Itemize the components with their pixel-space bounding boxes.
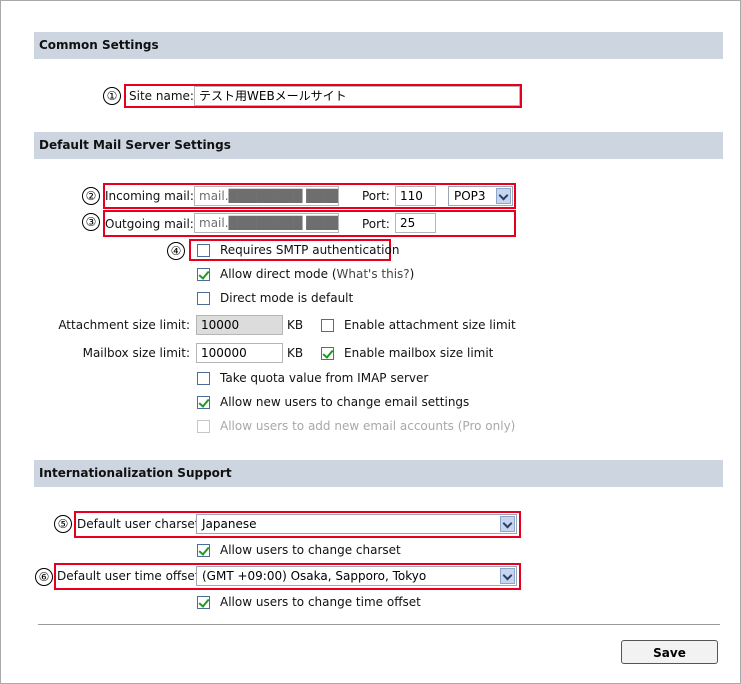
section-header-common: Common Settings [34,32,723,59]
marker-4: ④ [167,242,185,260]
charset-select-value: Japanese [202,517,257,531]
protocol-select[interactable]: POP3 [448,186,513,206]
attachment-limit-label: Enable attachment size limit [344,318,516,332]
incoming-port-input[interactable]: 110 [395,186,436,206]
quota-checkbox[interactable] [197,372,210,385]
mailbox-size-unit: KB [287,346,304,360]
section-header-i18n: Internationalization Support [34,460,723,487]
divider [38,624,720,625]
attachment-size-label: Attachment size limit: [58,318,190,332]
direct-mode-close: ) [409,267,415,281]
direct-mode-checkbox[interactable] [197,268,210,281]
mailbox-limit-label: Enable mailbox size limit [344,346,494,360]
time-offset-label: Default user time offset [57,569,200,583]
smtp-auth-label: Requires SMTP authentication [220,243,400,257]
smtp-auth-checkbox[interactable] [197,244,210,257]
marker-2: ② [82,187,100,205]
incoming-mail-input[interactable]: mail.████████ ███████ [194,186,339,206]
marker-3: ③ [82,213,100,231]
mailbox-size-label: Mailbox size limit: [82,346,190,360]
quota-label: Take quota value from IMAP server [220,371,429,385]
outgoing-port-input[interactable]: 25 [395,213,436,233]
change-charset-checkbox[interactable] [197,544,210,557]
attachment-limit-checkbox[interactable] [321,319,334,332]
change-email-label: Allow new users to change email settings [220,395,470,409]
site-name-label: Site name: [129,89,194,103]
direct-mode-text: Allow direct mode ( [220,267,337,281]
marker-1: ① [103,87,121,105]
attachment-size-unit: KB [287,318,304,332]
incoming-mail-label: Incoming mail: [105,189,194,203]
time-offset-select[interactable]: (GMT +09:00) Osaka, Sapporo, Tokyo [196,566,517,586]
change-email-checkbox[interactable] [197,396,210,409]
direct-default-label: Direct mode is default [220,291,354,305]
direct-default-checkbox[interactable] [197,292,210,305]
change-charset-label: Allow users to change charset [220,543,401,557]
change-time-label: Allow users to change time offset [220,595,421,609]
marker-6: ⑥ [35,568,53,586]
section-header-mail: Default Mail Server Settings [34,132,723,159]
time-offset-select-value: (GMT +09:00) Osaka, Sapporo, Tokyo [202,569,427,583]
add-accounts-label: Allow users to add new email accounts (P… [220,419,516,433]
outgoing-port-label: Port: [362,217,390,231]
add-accounts-checkbox[interactable] [197,420,210,433]
whats-this-link[interactable]: What's this? [337,267,410,281]
charset-select[interactable]: Japanese [196,514,517,534]
outgoing-mail-label: Outgoing mail: [105,217,194,231]
change-time-checkbox[interactable] [197,596,210,609]
chevron-down-icon [496,188,511,204]
save-button[interactable]: Save [621,640,718,664]
chevron-down-icon [500,516,515,532]
marker-5: ⑤ [54,515,72,533]
mailbox-size-input[interactable]: 100000 [196,343,283,363]
mailbox-limit-checkbox[interactable] [321,347,334,360]
incoming-port-label: Port: [362,189,390,203]
chevron-down-icon [500,568,515,584]
direct-mode-label: Allow direct mode (What's this?) [220,267,414,281]
protocol-select-value: POP3 [454,189,486,203]
attachment-size-input[interactable]: 10000 [196,315,283,335]
charset-label: Default user charset [77,517,200,531]
site-name-input[interactable]: テスト用WEBメールサイト [194,86,520,106]
outgoing-mail-input[interactable]: mail.████████ ███████ [194,213,339,233]
